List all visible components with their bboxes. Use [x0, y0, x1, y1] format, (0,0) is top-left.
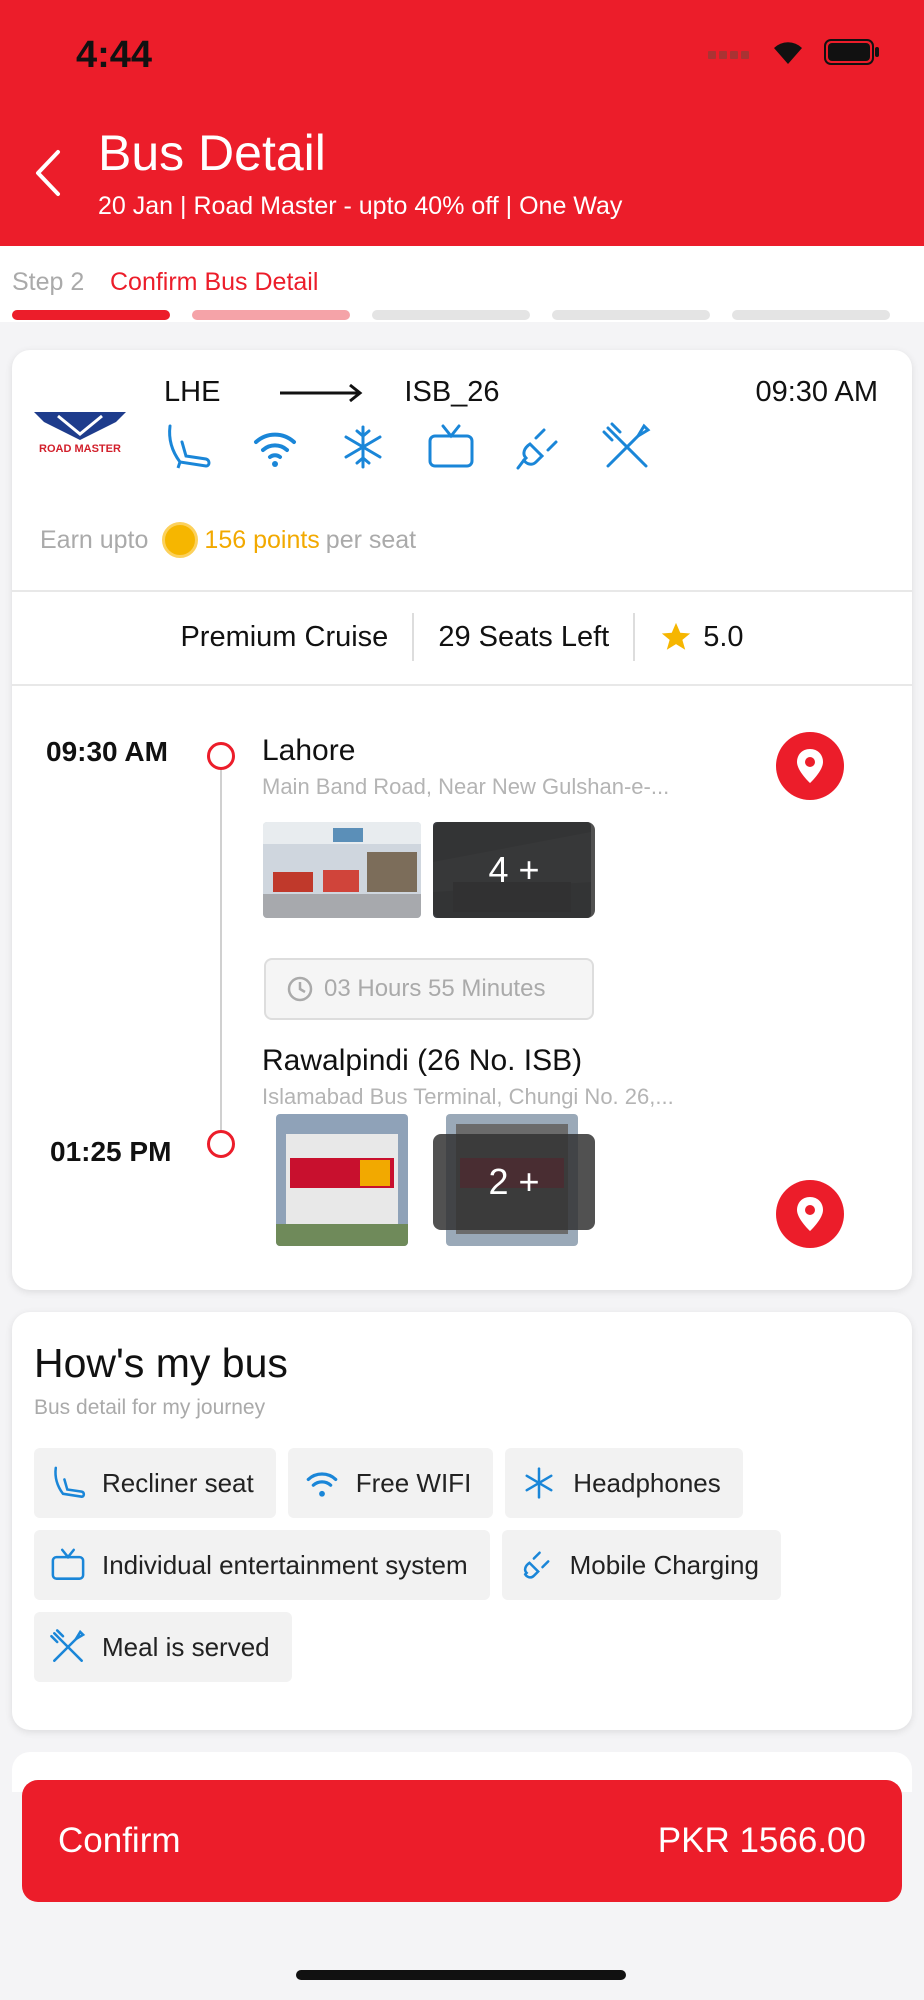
bus-detail-card: ROAD MASTER LHE ISB_26 09:30 AM Earn upt…	[12, 350, 912, 1290]
points-value: 156 points	[204, 525, 320, 554]
destination-dot	[207, 1130, 235, 1158]
wifi-status-icon	[774, 42, 802, 64]
svg-text:ROAD MASTER: ROAD MASTER	[39, 443, 121, 454]
star-icon	[662, 622, 691, 650]
rating-value: 5.0	[703, 620, 744, 653]
amenity-chip: Mobile Charging	[501, 1530, 781, 1600]
route-from: LHE	[164, 376, 221, 408]
origin-dot	[207, 742, 235, 770]
amenity-label: Free WIFI	[355, 1467, 472, 1498]
tv-icon	[428, 424, 474, 468]
destination-map-pin-button[interactable]	[776, 1180, 844, 1248]
destination-photo[interactable]	[276, 1114, 408, 1246]
section-subtitle: Bus detail for my journey	[34, 1396, 266, 1419]
operator-logo: ROAD MASTER	[34, 412, 126, 454]
amenity-chip: Recliner seat	[34, 1448, 276, 1518]
amenity-chip: Meal is served	[34, 1612, 292, 1682]
seats-left: 29 Seats Left	[438, 620, 610, 653]
wifi-icon	[306, 1472, 338, 1497]
origin-time: 09:30 AM	[46, 736, 168, 767]
home-indicator	[296, 1970, 626, 1980]
bus-info-row: Premium Cruise 29 Seats Left 5.0	[12, 590, 912, 684]
meal-icon	[50, 1629, 86, 1662]
destination-time: 01:25 PM	[50, 1136, 172, 1167]
terminal-photo-icon	[276, 1114, 408, 1246]
step-number: Step 2	[12, 268, 85, 296]
rating: 5.0	[635, 620, 767, 654]
amenity-chip-list: Recliner seat Free WIFI Headphones Indiv…	[34, 1448, 894, 1682]
amenity-chip: Headphones	[505, 1448, 743, 1518]
back-arrow-icon[interactable]	[30, 146, 70, 200]
departure-time: 09:30 AM	[755, 376, 878, 408]
progress-segment	[12, 310, 170, 320]
destination-address: Islamabad Bus Terminal, Chungi No. 26,..…	[262, 1084, 674, 1109]
status-time: 4:44	[76, 34, 153, 76]
route-to: ISB_26	[404, 376, 500, 408]
amenity-chip: Individual entertainment system	[34, 1530, 490, 1600]
step-name: Confirm Bus Detail	[110, 268, 319, 296]
section-title: How's my bus	[34, 1340, 288, 1386]
location-pin-icon	[797, 1197, 823, 1231]
origin-address: Main Band Road, Near New Gulshan-e-...	[262, 774, 670, 799]
confirm-button[interactable]: Confirm PKR 1566.00	[22, 1780, 902, 1902]
page-subtitle: 20 Jan | Road Master - upto 40% off | On…	[98, 192, 623, 220]
timeline-line	[220, 768, 222, 1152]
amenity-label: Individual entertainment system	[102, 1549, 468, 1580]
progress-segment	[192, 310, 350, 320]
progress-segment	[552, 310, 710, 320]
total-price: PKR 1566.00	[657, 1821, 866, 1860]
meal-icon	[602, 422, 651, 468]
hows-my-bus-card: How's my bus Bus detail for my journey R…	[12, 1312, 912, 1730]
points-prefix: Earn upto	[40, 525, 149, 554]
recliner-seat-icon	[168, 424, 211, 469]
origin-city: Lahore	[262, 734, 356, 767]
amenity-label: Headphones	[573, 1467, 721, 1498]
clock-icon	[287, 976, 313, 1002]
route: LHE ISB_26	[164, 376, 500, 409]
destination-more-photos[interactable]: 2 +	[433, 1134, 595, 1230]
origin-more-photos[interactable]: 4 +	[433, 822, 595, 918]
snowflake-icon	[525, 1467, 553, 1499]
recliner-seat-icon	[54, 1466, 86, 1498]
origin-photo[interactable]	[263, 822, 421, 918]
terminal-photo-icon	[263, 822, 421, 918]
wifi-icon	[254, 432, 296, 467]
route-arrow-icon	[280, 383, 363, 402]
journey-duration: 03 Hours 55 Minutes	[264, 958, 594, 1020]
step-progress: Step 2 Confirm Bus Detail	[0, 246, 924, 322]
amenity-label: Recliner seat	[102, 1467, 254, 1498]
duration-text: 03 Hours 55 Minutes	[324, 975, 546, 1002]
progress-segment	[372, 310, 530, 320]
charging-icon	[523, 1551, 550, 1579]
points-suffix: per seat	[325, 525, 417, 554]
status-icons	[708, 38, 880, 66]
charging-icon	[516, 428, 558, 470]
confirm-label: Confirm	[58, 1821, 181, 1860]
battery-icon	[824, 39, 879, 65]
divider	[12, 684, 912, 686]
signal-icon	[708, 51, 749, 59]
amenity-label: Mobile Charging	[569, 1549, 759, 1580]
app-header: 4:44 Bus Detail 20 Jan | Road Master - u…	[0, 0, 924, 246]
coin-icon	[162, 522, 199, 558]
page-title: Bus Detail	[98, 125, 326, 181]
destination-city: Rawalpindi (26 No. ISB)	[262, 1044, 583, 1077]
location-pin-icon	[797, 749, 823, 783]
loyalty-points: Earn upto 156 points per seat	[40, 522, 416, 558]
bus-class: Premium Cruise	[180, 620, 389, 653]
origin-map-pin-button[interactable]	[776, 732, 844, 800]
amenity-label: Meal is served	[102, 1631, 270, 1662]
amenity-icon-row	[162, 422, 652, 472]
tv-icon	[51, 1548, 85, 1580]
amenity-chip: Free WIFI	[287, 1448, 494, 1518]
progress-segment	[732, 310, 890, 320]
snowflake-icon	[344, 425, 382, 469]
